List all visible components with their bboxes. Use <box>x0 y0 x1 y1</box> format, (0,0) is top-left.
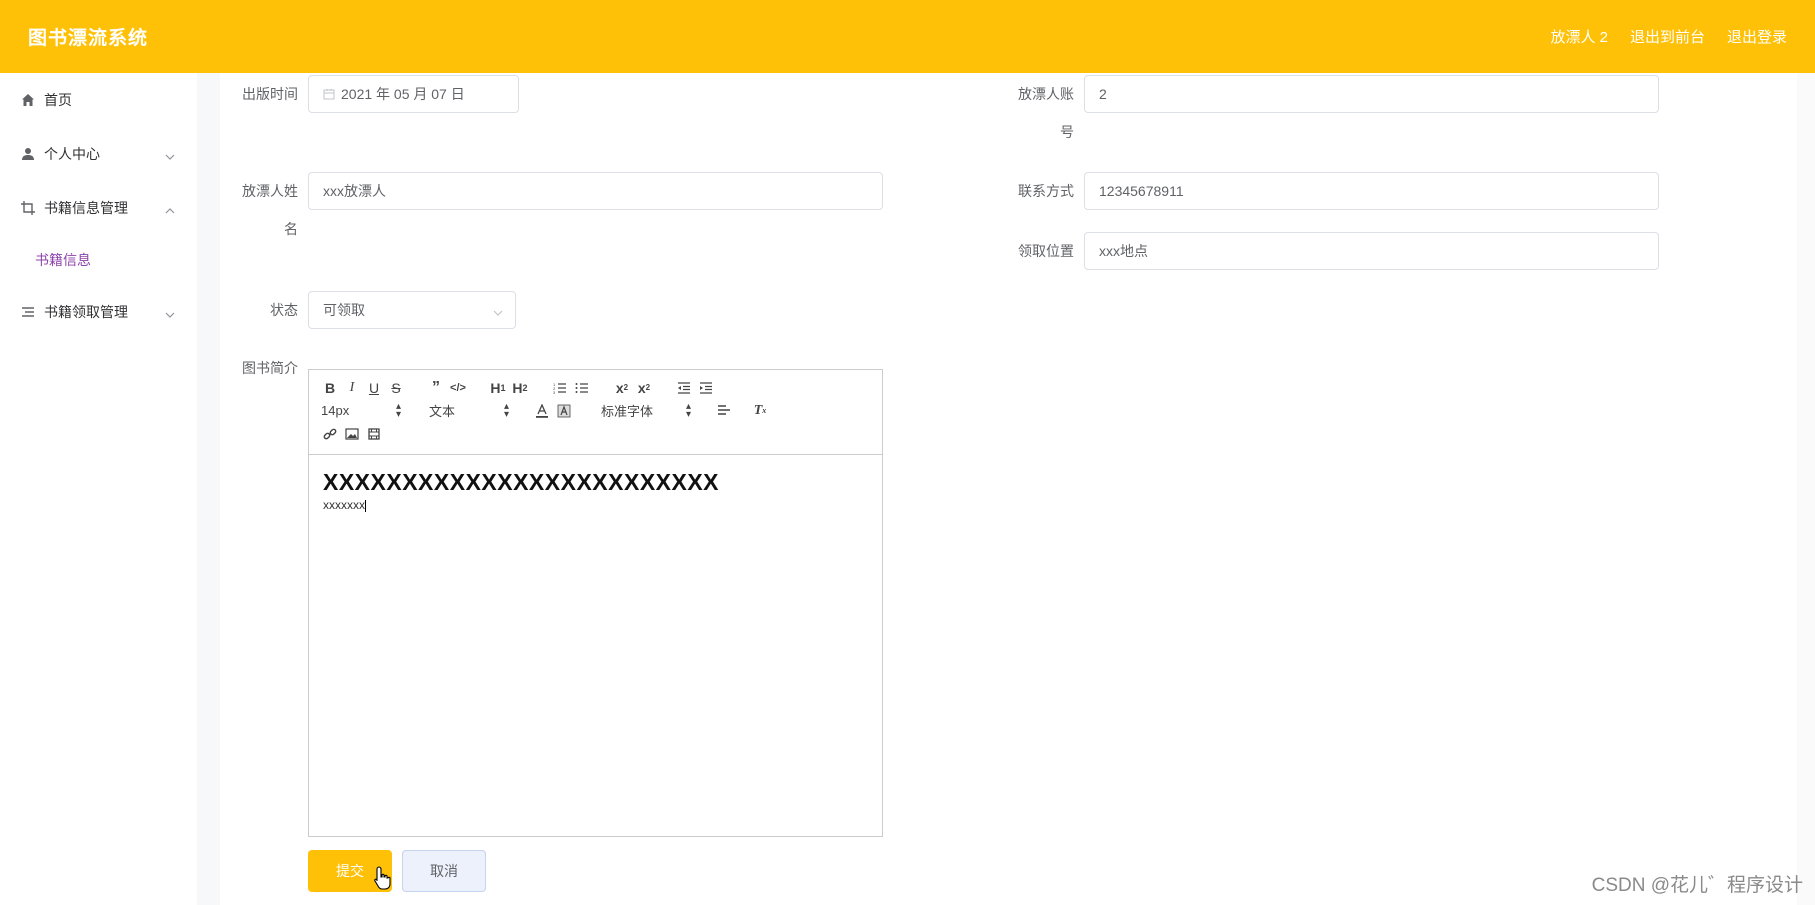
publish-time-value: 2021 年 05 月 07 日 <box>341 86 465 102</box>
location-field[interactable]: xxx地点 <box>1084 232 1659 270</box>
hand-pointer-icon <box>374 866 392 893</box>
header-actions: 放漂人 2 退出到前台 退出登录 <box>1550 26 1787 47</box>
underline-button[interactable]: U <box>363 378 385 398</box>
sidebar-item-label: 书籍领取管理 <box>44 304 128 320</box>
editor-content[interactable]: XXXXXXXXXXXXXXXXXXXXXXXXX xxxxxxx <box>309 455 882 526</box>
editor-toolbar: B I U S ” </> H1 H2 123 x2 x2 14px ▴ ▾ 文… <box>309 370 882 455</box>
quote-button[interactable]: ” <box>425 378 447 398</box>
heading2-button[interactable]: H2 <box>509 378 531 398</box>
link-icon[interactable] <box>319 424 341 444</box>
block-type-select[interactable]: 文本 ▴ ▾ <box>427 401 511 421</box>
calendar-icon <box>323 88 335 100</box>
contact-field[interactable]: 12345678911 <box>1084 172 1659 210</box>
font-color-icon[interactable] <box>531 401 553 421</box>
home-icon <box>20 92 36 108</box>
font-family-select[interactable]: 标准字体 ▴ ▾ <box>599 401 693 421</box>
code-block-button[interactable]: </> <box>447 378 469 398</box>
sidebar-item-book-info-mgmt[interactable]: 书籍信息管理 <box>0 181 197 235</box>
font-size-select[interactable]: 14px ▴ ▾ <box>319 401 403 421</box>
account-field[interactable]: 2 <box>1084 75 1659 113</box>
editor-heading-text: XXXXXXXXXXXXXXXXXXXXXXXXX <box>323 469 720 495</box>
bullet-list-icon[interactable] <box>571 378 593 398</box>
updown-icon: ▴ ▾ <box>503 400 509 420</box>
list-icon <box>20 304 36 320</box>
logout-link[interactable]: 退出登录 <box>1727 26 1787 47</box>
sidebar-subitem-label: 书籍信息 <box>35 252 91 268</box>
image-icon[interactable] <box>341 424 363 444</box>
rich-text-editor: B I U S ” </> H1 H2 123 x2 x2 14px ▴ ▾ 文… <box>308 369 883 837</box>
ordered-list-icon[interactable]: 123 <box>549 378 571 398</box>
watermark-text: CSDN @花儿゛程序设计 <box>1591 875 1803 896</box>
app-title: 图书漂流系统 <box>28 28 149 49</box>
user-icon <box>20 146 36 162</box>
superscript-button[interactable]: x2 <box>633 378 655 398</box>
name-value: xxx放漂人 <box>323 183 386 199</box>
editor-body-text: xxxxxxx <box>323 498 365 512</box>
font-family-value: 标准字体 <box>601 404 654 419</box>
crop-icon <box>20 200 36 216</box>
current-user-label: 放漂人 2 <box>1550 29 1608 46</box>
sidebar-item-label: 书籍信息管理 <box>44 200 128 216</box>
account-value: 2 <box>1099 86 1107 102</box>
clear-format-button[interactable]: Tx <box>749 401 771 421</box>
right-gutter <box>1797 73 1815 905</box>
name-label: 放漂人姓名 <box>240 172 298 248</box>
indent-icon[interactable] <box>695 378 717 398</box>
location-value: xxx地点 <box>1099 243 1148 259</box>
chevron-down-icon <box>493 305 503 321</box>
outdent-icon[interactable] <box>673 378 695 398</box>
name-field[interactable]: xxx放漂人 <box>308 172 883 210</box>
background-color-icon[interactable] <box>553 401 575 421</box>
strike-button[interactable]: S <box>385 378 407 398</box>
status-label: 状态 <box>270 302 298 318</box>
sidebar-item-label: 个人中心 <box>44 146 100 162</box>
align-left-icon[interactable] <box>713 401 735 421</box>
chevron-down-icon <box>165 307 175 318</box>
cancel-button[interactable]: 取消 <box>402 850 486 892</box>
italic-button[interactable]: I <box>341 378 363 398</box>
sidebar-item-profile[interactable]: 个人中心 <box>0 127 197 181</box>
sidebar-item-home[interactable]: 首页 <box>0 73 197 127</box>
account-label: 放漂人账号 <box>1016 75 1074 151</box>
editor-paragraph: xxxxxxx <box>323 498 868 512</box>
sidebar-item-label: 首页 <box>44 92 72 108</box>
heading1-button[interactable]: H1 <box>487 378 509 398</box>
chevron-up-icon <box>165 203 175 214</box>
status-value: 可领取 <box>323 302 365 318</box>
video-icon[interactable] <box>363 424 385 444</box>
chevron-down-icon <box>165 149 175 160</box>
goto-front-link[interactable]: 退出到前台 <box>1630 26 1705 47</box>
status-select[interactable]: 可领取 <box>308 291 516 329</box>
publish-time-date-picker[interactable]: 2021 年 05 月 07 日 <box>308 75 519 113</box>
svg-text:3: 3 <box>553 390 556 394</box>
name-label-text: 放漂人姓名 <box>242 183 298 237</box>
sidebar: 首页 个人中心 书籍信息管理 书籍信息 书籍领取管理 <box>0 73 197 905</box>
block-type-value: 文本 <box>429 404 456 419</box>
bold-button[interactable]: B <box>319 378 341 398</box>
subscript-button[interactable]: x2 <box>611 378 633 398</box>
contact-label: 联系方式 <box>1018 183 1074 199</box>
top-header: 图书漂流系统 放漂人 2 退出到前台 退出登录 <box>0 0 1815 73</box>
text-caret <box>365 499 366 512</box>
font-size-value: 14px <box>321 403 350 418</box>
account-label-text: 放漂人账号 <box>1018 86 1074 140</box>
updown-icon: ▴ ▾ <box>395 400 401 420</box>
sidebar-item-book-claim-mgmt[interactable]: 书籍领取管理 <box>0 285 197 339</box>
location-label: 领取位置 <box>1018 243 1074 259</box>
intro-label: 图书简介 <box>242 360 298 376</box>
contact-value: 12345678911 <box>1099 183 1184 199</box>
sidebar-subitem-book-info[interactable]: 书籍信息 <box>0 235 197 285</box>
publish-time-label: 出版时间 <box>242 86 298 102</box>
updown-icon: ▴ ▾ <box>685 400 691 420</box>
